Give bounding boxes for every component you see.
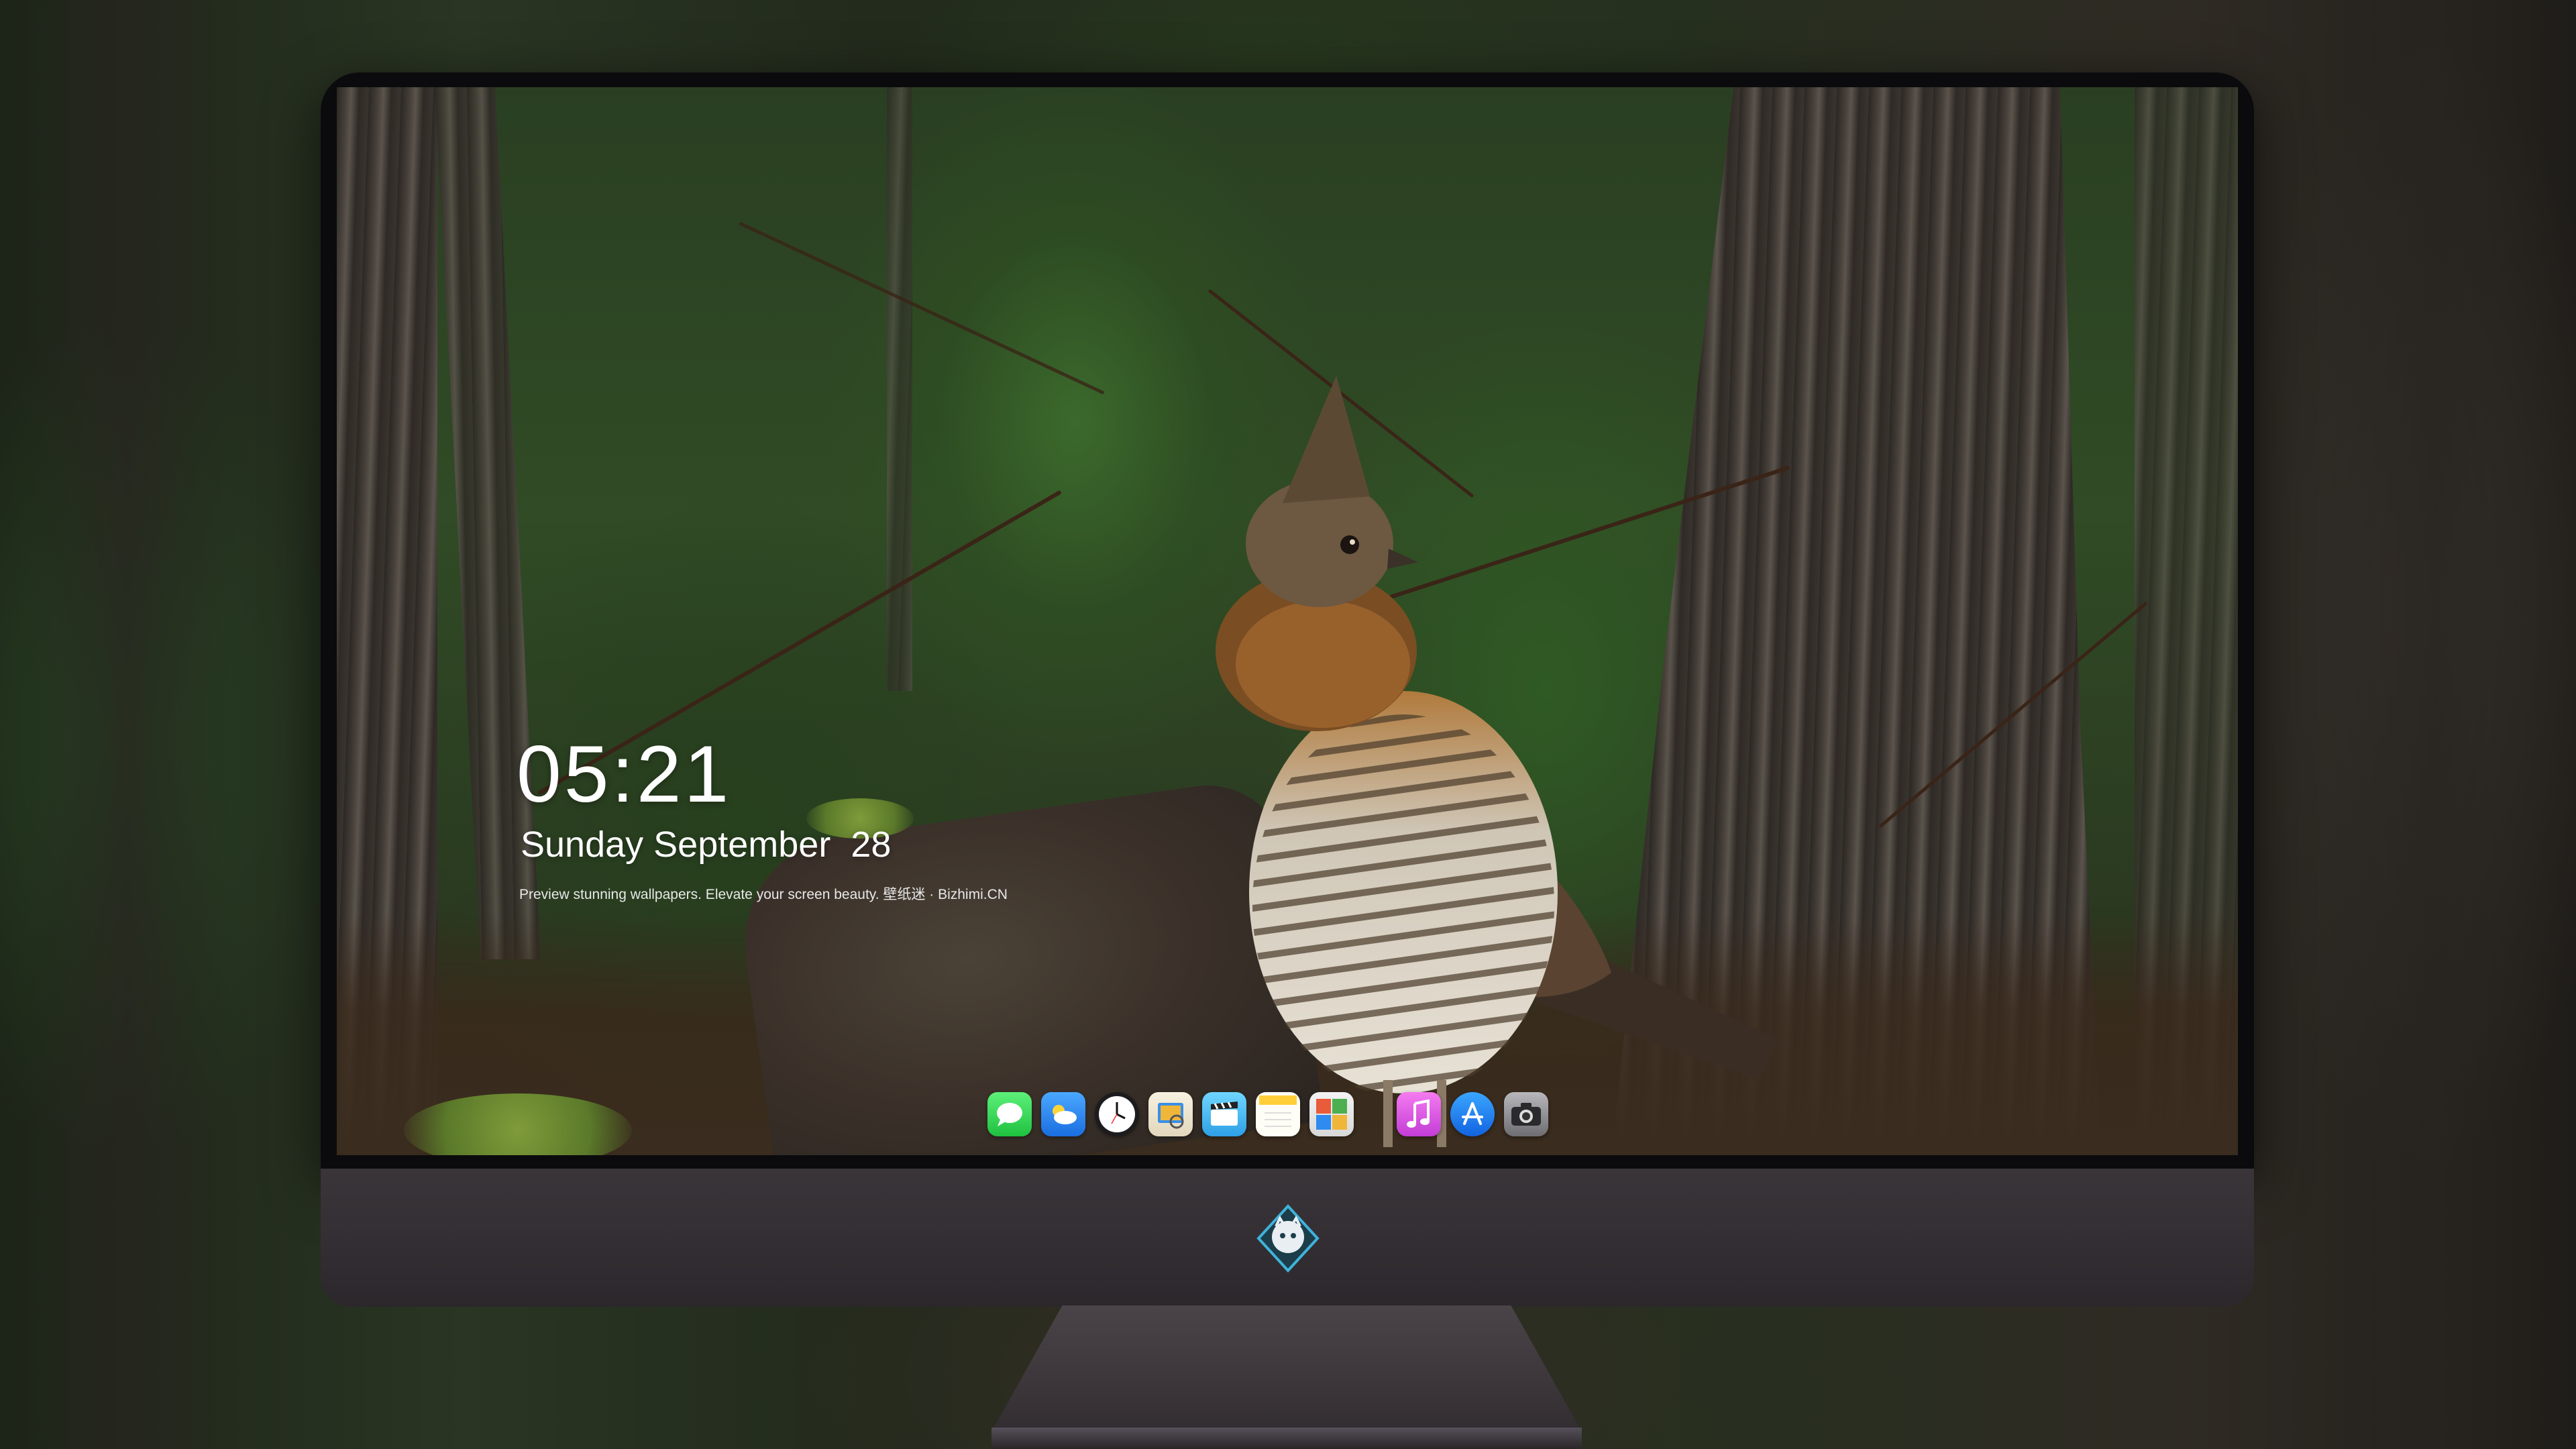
background-tree-right [2314, 0, 2556, 1449]
app-store-icon[interactable] [1450, 1092, 1495, 1136]
camera-icon[interactable] [1504, 1092, 1548, 1136]
clock-date: Sunday September 28 [521, 824, 892, 865]
messages-icon[interactable] [987, 1092, 1032, 1136]
monitor-stand-base [991, 1428, 1582, 1449]
preview-icon[interactable] [1148, 1092, 1193, 1136]
background-tree-left [27, 0, 228, 1449]
wallpaper-tagline: Preview stunning wallpapers. Elevate you… [519, 887, 1008, 902]
ruffed-grouse [1216, 376, 1779, 1147]
clips-icon[interactable] [1202, 1092, 1246, 1136]
notes-icon[interactable] [1256, 1092, 1300, 1136]
tree-trunk-mid [887, 87, 912, 691]
music-icon[interactable] [1397, 1092, 1441, 1136]
clock-time: 05:21 [517, 729, 732, 819]
dock [987, 1087, 1548, 1142]
photo-booth-icon[interactable] [1309, 1092, 1354, 1136]
weather-icon[interactable] [1041, 1092, 1085, 1136]
clock-icon[interactable] [1095, 1092, 1139, 1136]
brand-logo-icon [1256, 1204, 1320, 1273]
desktop-screen: 05:21 Sunday September 28 Preview stunni… [337, 87, 2238, 1155]
